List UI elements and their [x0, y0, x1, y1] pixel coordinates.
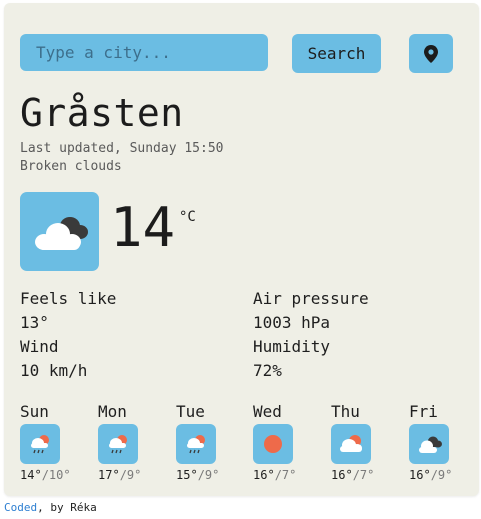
humidity-value: 72%	[253, 361, 282, 380]
broken-clouds-icon	[419, 436, 442, 453]
feels-like-label: Feels like	[20, 289, 117, 308]
broken-clouds-icon	[34, 216, 88, 250]
forecast-icon	[98, 424, 138, 464]
forecast-max: 14°	[20, 468, 42, 482]
location-pin-icon	[424, 44, 438, 63]
sun-icon	[264, 435, 282, 453]
last-updated: Last updated, Sunday 15:50	[20, 141, 224, 156]
air-pressure-label: Air pressure	[253, 289, 369, 308]
forecast-max: 16°	[331, 468, 353, 482]
partly-cloudy-icon	[340, 435, 362, 452]
forecast-day: Sun 14°/10°	[20, 402, 80, 482]
current-location-button[interactable]	[409, 34, 453, 73]
footer-credit: Coded, by Réka	[4, 501, 97, 514]
forecast-min: /7°	[352, 468, 375, 482]
temperature-unit: °C	[179, 209, 196, 225]
forecast-icon	[409, 424, 449, 464]
forecast-icon	[331, 424, 371, 464]
forecast-min: /9°	[197, 468, 220, 482]
footer-author: , by Réka	[37, 501, 97, 514]
current-temperature: 14	[110, 196, 176, 259]
forecast-min: /9°	[430, 468, 453, 482]
rain-sun-icon	[31, 435, 49, 454]
forecast-day: Fri 16°/9°	[409, 402, 469, 482]
feels-like-value: 13°	[20, 313, 49, 332]
rain-sun-icon	[187, 435, 205, 454]
forecast-day: Mon 17°/9°	[98, 402, 158, 482]
forecast-day-name: Thu	[331, 402, 360, 421]
forecast-day: Tue 15°/9°	[176, 402, 236, 482]
forecast-icon	[20, 424, 60, 464]
wind-label: Wind	[20, 337, 59, 356]
forecast-max: 16°	[253, 468, 275, 482]
forecast-day: Wed 16°/7°	[253, 402, 313, 482]
forecast-day-name: Fri	[409, 402, 438, 421]
forecast-min: /7°	[274, 468, 297, 482]
city-search-input[interactable]	[20, 34, 268, 71]
city-name: Gråsten	[20, 91, 184, 135]
weather-description: Broken clouds	[20, 159, 122, 174]
air-pressure-value: 1003 hPa	[253, 313, 331, 332]
forecast-day-name: Sun	[20, 402, 49, 421]
forecast-icon	[253, 424, 293, 464]
forecast-min: /9°	[119, 468, 142, 482]
forecast-max: 17°	[98, 468, 120, 482]
search-button[interactable]: Search	[292, 34, 381, 73]
forecast-max: 16°	[409, 468, 431, 482]
forecast-icon	[176, 424, 216, 464]
forecast-min: /10°	[41, 468, 71, 482]
weather-card: Search Gråsten Last updated, Sunday 15:5…	[4, 3, 479, 496]
humidity-label: Humidity	[253, 337, 331, 356]
coded-link[interactable]: Coded	[4, 501, 37, 514]
forecast-day-name: Mon	[98, 402, 127, 421]
current-weather-icon	[20, 192, 99, 271]
forecast-max: 15°	[176, 468, 198, 482]
rain-sun-icon	[109, 435, 127, 454]
forecast-day: Thu 16°/7°	[331, 402, 391, 482]
forecast-day-name: Tue	[176, 402, 205, 421]
wind-value: 10 km/h	[20, 361, 88, 380]
forecast-day-name: Wed	[253, 402, 282, 421]
